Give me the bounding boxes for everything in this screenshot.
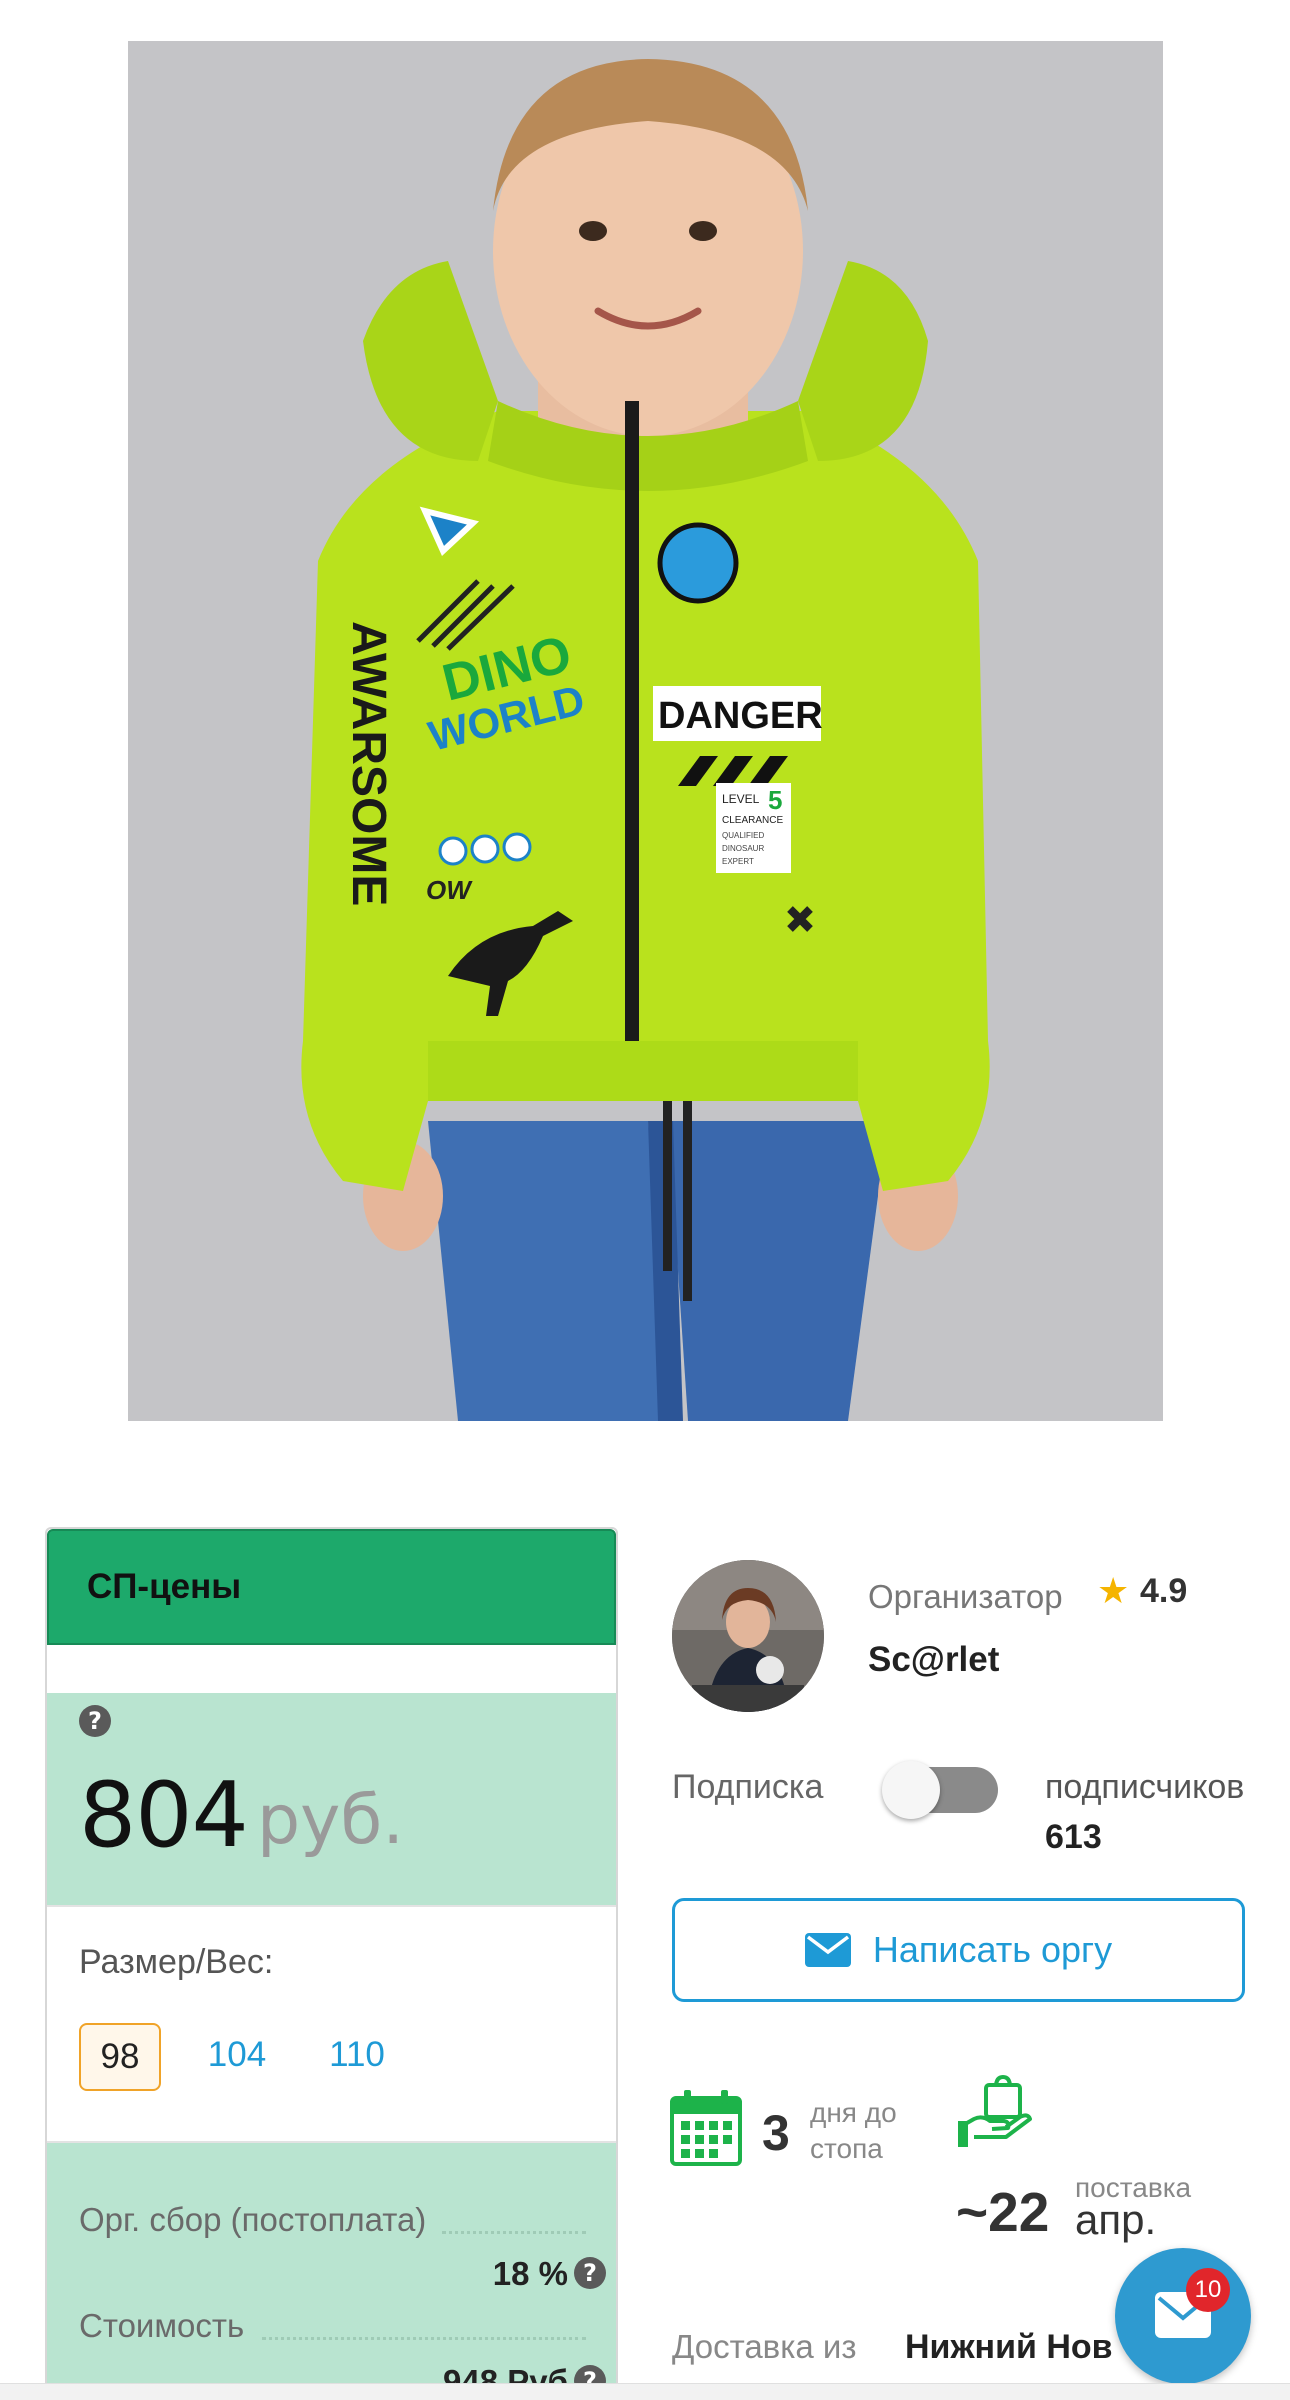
patch-ow-text: OW	[426, 875, 473, 905]
size-label: Размер/Вес:	[79, 1943, 274, 1981]
question-icon[interactable]: ?	[79, 1705, 111, 1737]
price-currency: руб.	[257, 1781, 404, 1860]
patch-dinosaur-text: DINOSAUR	[722, 844, 764, 853]
write-organizer-button[interactable]: Написать оргу	[672, 1898, 1245, 2002]
patch-clearance-text: CLEARANCE	[722, 815, 783, 826]
org-fee-leader	[442, 2231, 586, 2234]
size-option-110[interactable]: 110	[317, 2023, 397, 2091]
star-icon: ★	[1097, 1570, 1130, 1611]
days-to-stop-line2: стопа	[810, 2133, 883, 2164]
envelope-icon	[804, 1933, 851, 1967]
toggle-knob	[882, 1761, 940, 1819]
cost-leader	[262, 2337, 586, 2340]
fees-block: Орг. сбор (постоплата) 18 % ? Стоимость …	[47, 2143, 616, 2400]
organizer-rating: 4.9	[1140, 1572, 1188, 1610]
product-photo[interactable]: DINO WORLD DANGER LEVEL 5 CLEARANCE QUAL…	[128, 41, 1163, 1421]
size-option-98[interactable]: 98	[79, 2023, 161, 2091]
organizer-label: Организатор	[868, 1578, 1063, 1615]
supply-day: ~22	[956, 2181, 1050, 2243]
days-to-stop-line1: дня до	[810, 2097, 897, 2128]
delivery-label: Доставка из	[672, 2328, 857, 2365]
subscribe-toggle[interactable]	[882, 1761, 998, 1819]
patch-level-number: 5	[768, 785, 782, 815]
calendar-icon	[670, 2090, 742, 2166]
org-fee-label: Орг. сбор (постоплата)	[79, 2201, 427, 2238]
price-block: ? 804 руб.	[47, 1693, 616, 1905]
size-selector: Размер/Вес: 98 104 110	[47, 1905, 616, 2143]
days-to-stop-text: дня до стопа	[810, 2095, 897, 2167]
patch-level-text: LEVEL	[722, 792, 760, 806]
subscribers-label: подписчиков	[1045, 1768, 1245, 1806]
price-card-header: СП-цены	[47, 1529, 616, 1645]
subscribers-count: 613	[1045, 1818, 1102, 1856]
price-card-title: СП-цены	[87, 1567, 242, 1606]
question-icon[interactable]: ?	[574, 2257, 606, 2289]
patch-expert-text: EXPERT	[722, 857, 754, 866]
organizer-avatar[interactable]	[672, 1560, 824, 1712]
org-fee-value: 18 %	[492, 2255, 568, 2292]
sleeve-print-text: AWARSOME	[342, 621, 395, 906]
subscribe-label: Подписка	[672, 1768, 824, 1806]
organizer-name[interactable]: Sc@rlet	[868, 1640, 999, 1680]
delivery-city[interactable]: Нижний Нов	[905, 2328, 1113, 2367]
price-value: 804	[79, 1763, 249, 1868]
price-card: СП-цены ? 804 руб. Размер/Вес: 98 104 11…	[45, 1527, 618, 2400]
days-to-stop-number: 3	[762, 2105, 790, 2161]
messages-button[interactable]	[1115, 2248, 1251, 2384]
supply-month: апр.	[1075, 2196, 1157, 2243]
cost-label: Стоимость	[79, 2307, 245, 2344]
delivery-hand-icon	[958, 2075, 1032, 2147]
size-option-104[interactable]: 104	[197, 2023, 277, 2091]
patch-danger-text: DANGER	[658, 695, 823, 737]
price-card-spacer	[47, 1645, 616, 1693]
write-organizer-label: Написать оргу	[872, 1929, 1113, 1970]
unread-count-badge: 10	[1186, 2268, 1230, 2312]
patch-qualified-text: QUALIFIED	[722, 831, 764, 840]
bottom-bar	[0, 2383, 1290, 2400]
